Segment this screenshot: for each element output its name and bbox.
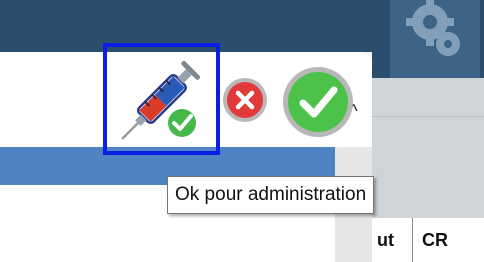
reject-button[interactable] xyxy=(222,77,268,123)
green-check-icon xyxy=(283,67,353,137)
column-header-ut[interactable]: ut xyxy=(377,230,394,251)
tooltip-text: Ok pour administration xyxy=(175,184,367,205)
panel-divider xyxy=(372,116,484,117)
accept-button[interactable] xyxy=(282,66,354,138)
red-close-icon xyxy=(223,78,267,122)
tooltip: Ok pour administration xyxy=(167,176,375,214)
syringe-check-icon xyxy=(120,60,200,140)
administer-ok-button[interactable] xyxy=(103,43,220,155)
column-header-cr[interactable]: CR xyxy=(422,230,448,251)
gear-logo-icon xyxy=(390,0,480,78)
column-divider xyxy=(412,218,413,262)
